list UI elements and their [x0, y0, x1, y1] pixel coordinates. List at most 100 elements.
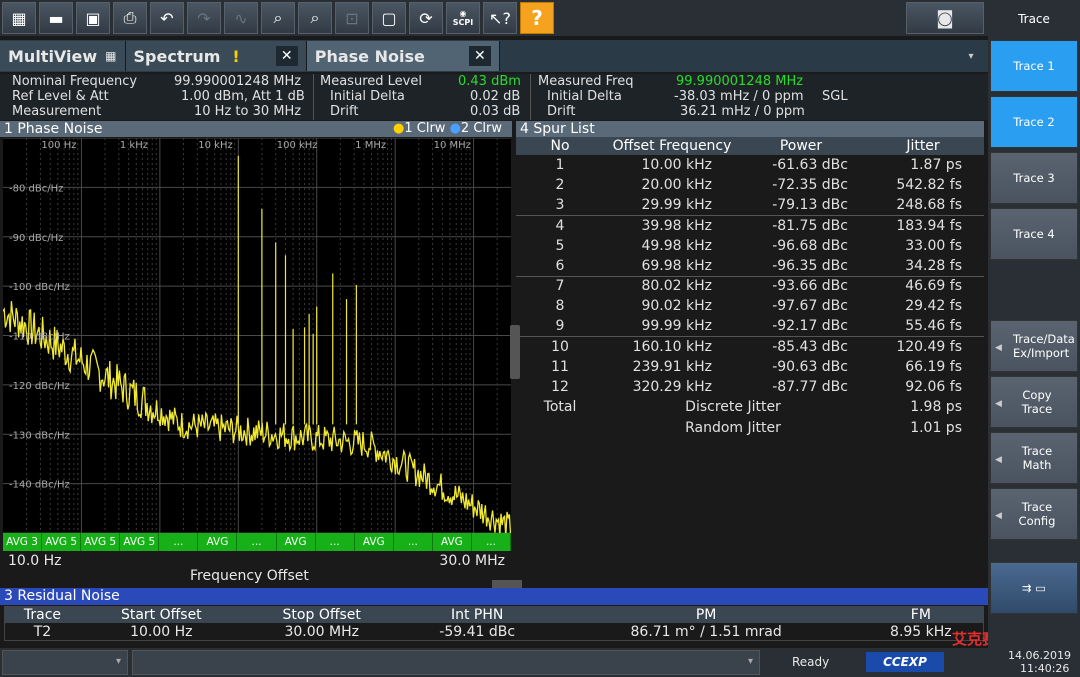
trace-2-button[interactable]: Trace 2 — [990, 96, 1078, 148]
table-cell: -87.77 dBc — [772, 379, 848, 396]
table-cell: -81.75 dBc — [740, 215, 862, 236]
print-icon[interactable]: ⎙ — [113, 2, 147, 34]
x-start-label: 10.0 Hz — [8, 553, 62, 569]
windows-icon[interactable]: ▦ — [2, 2, 36, 34]
chevron-left-icon: ◀ — [995, 455, 1002, 465]
chevron-down-icon[interactable]: ▾ — [954, 51, 988, 62]
table-cell: 6 — [555, 257, 565, 274]
avg-segment: AVG 5 — [42, 533, 82, 551]
table-row[interactable]: T2 10.00 Hz 30.00 MHz -59.41 dBc 86.71 m° / … — [5, 623, 983, 640]
y-tick-label: -80 dBc/Hz — [9, 183, 63, 194]
trace-1-label: Trace 1 — [1013, 59, 1055, 73]
trace-config-button[interactable]: ◀ Trace Config — [990, 488, 1078, 540]
softkey-header: Trace — [1018, 12, 1050, 26]
message-dropdown[interactable] — [132, 650, 760, 675]
multi-zoom-icon[interactable]: ⌕ — [298, 2, 332, 34]
freq-drift-value: 36.21 mHz / 0 ppm — [680, 104, 805, 119]
table-row[interactable]: 9 99.99 kHz -92.17 dBc 55.46 fs — [516, 317, 984, 337]
avg-segment: ... — [394, 533, 433, 551]
table-cell: 33.00 fs — [905, 237, 962, 254]
zoom-icon[interactable]: ⌕ — [261, 2, 295, 34]
trace-1-button[interactable]: Trace 1 — [990, 40, 1078, 92]
table-cell: 49.98 kHz — [641, 237, 712, 254]
signal-flow-icon[interactable]: ⇉ ▭ — [990, 562, 1078, 614]
table-row[interactable]: 10 160.10 kHz -85.43 dBc 120.49 fs — [516, 336, 984, 357]
table-cell: 120.49 fs — [862, 336, 984, 357]
col-power: Power — [740, 137, 862, 155]
x-axis-info: 10.0 Hz 30.0 MHz Frequency Offset — [0, 551, 512, 585]
y-tick-label: -90 dBc/Hz — [9, 233, 63, 244]
whats-this-icon[interactable]: ↖? — [483, 2, 517, 34]
tab-phase-noise[interactable]: Phase Noise ✕ — [306, 41, 500, 71]
status-bar: Ready CCEXP 艾克赛普 14.06.2019 11:40:26 — [0, 630, 1080, 677]
trace-4-button[interactable]: Trace 4 — [990, 208, 1078, 260]
full-screen-icon[interactable]: ▢ — [372, 2, 406, 34]
close-icon[interactable]: ✕ — [275, 46, 298, 66]
spur-list-header[interactable]: 4 Spur List — [516, 121, 984, 137]
open-folder-icon[interactable]: ▬ — [39, 2, 73, 34]
table-row[interactable]: 11 239.91 kHz -90.63 dBc 66.19 fs — [516, 357, 984, 377]
table-cell: 69.98 kHz — [641, 257, 712, 274]
trace-3-button[interactable]: Trace 3 — [990, 152, 1078, 204]
status-date: 14.06.2019 — [1008, 649, 1071, 662]
help-icon[interactable]: ? — [520, 2, 554, 34]
scpi-icon[interactable]: ◉ SCPI — [446, 2, 480, 34]
table-row[interactable]: 1 10.00 kHz -61.63 dBc 1.87 ps — [516, 155, 984, 175]
tab-multiview[interactable]: MultiView ▦ — [0, 41, 126, 71]
trace-config-label: Trace Config — [1018, 500, 1056, 528]
table-cell: 90.02 kHz — [641, 298, 712, 315]
residual-noise-header[interactable]: 3 Residual Noise — [0, 588, 988, 605]
avg-segment: AVG 50 — [433, 533, 472, 566]
trace-2-label: Trace 2 — [1013, 115, 1055, 129]
residual-col-header: Trace — [5, 607, 80, 623]
measurement-value: 10 Hz to 30 MHz — [194, 104, 302, 119]
zoom-fit-icon[interactable]: ⊡ — [335, 2, 369, 34]
table-row[interactable]: 8 90.02 kHz -97.67 dBc 29.42 fs — [516, 296, 984, 316]
tab-spectrum-label: Spectrum — [133, 46, 221, 66]
table-row[interactable]: 4 39.98 kHz -81.75 dBc 183.94 fs — [516, 215, 984, 236]
jitter-value: 1.98 ps — [910, 399, 962, 416]
wave-icon[interactable]: ∿ — [224, 2, 258, 34]
residual-cell: 30.00 MHz — [284, 623, 359, 640]
tab-multiview-label: MultiView — [8, 46, 98, 66]
status-dropdown[interactable] — [2, 650, 128, 675]
table-cell: 92.06 fs — [905, 379, 962, 396]
table-row[interactable]: 3 29.99 kHz -79.13 dBc 248.68 fs — [516, 195, 984, 215]
table-cell: 248.68 fs — [896, 197, 962, 214]
table-cell: 39.98 kHz — [604, 215, 740, 236]
softkey-panel: Trace Trace 1 Trace 2 Trace 3 Trace 4 ◀ T… — [988, 0, 1080, 648]
refresh-icon[interactable]: ⟳ — [409, 2, 443, 34]
table-row[interactable]: 2 20.00 kHz -72.35 dBc 542.82 fs — [516, 175, 984, 195]
trace-data-import-button[interactable]: ◀ Trace/Data Ex/Import — [990, 320, 1078, 372]
phase-noise-header[interactable]: 1 Phase Noise ●1 Clrw ●2 Clrw — [0, 121, 512, 137]
table-cell: 46.69 fs — [862, 275, 984, 297]
table-cell: 10.00 kHz — [641, 157, 712, 174]
table-row[interactable]: 7 80.02 kHz -93.66 dBc 46.69 fs — [516, 275, 984, 297]
residual-cell: T2 — [33, 623, 52, 640]
undo-icon[interactable]: ↶ — [150, 2, 184, 34]
phase-noise-plot[interactable]: 100 Hz 1 kHz 10 kHz 100 kHz 1 MHz 10 MHz -80 … — [3, 138, 511, 533]
divider — [530, 74, 531, 120]
table-row[interactable]: 12 320.29 kHz -87.77 dBc 92.06 fs — [516, 377, 984, 397]
copy-trace-button[interactable]: ◀ Copy Trace — [990, 376, 1078, 428]
trace-math-button[interactable]: ◀ Trace Math — [990, 432, 1078, 484]
table-cell: 29.99 kHz — [641, 197, 712, 214]
close-icon[interactable]: ✕ — [468, 46, 491, 66]
residual-col-header: Stop Offset — [242, 607, 401, 623]
table-row[interactable]: 5 49.98 kHz -96.68 dBc 33.00 fs — [516, 236, 984, 256]
x-tick-label: 100 Hz — [41, 140, 76, 151]
save-icon[interactable]: ▣ — [76, 2, 110, 34]
redo-icon[interactable]: ↷ — [187, 2, 221, 34]
jitter-value: 1.01 ps — [910, 419, 962, 436]
tab-spectrum[interactable]: Spectrum! ✕ — [125, 41, 307, 71]
table-cell: 55.46 fs — [905, 318, 962, 335]
chevron-left-icon: ◀ — [995, 343, 1002, 353]
table-row[interactable]: 6 69.98 kHz -96.35 dBc 34.28 fs — [516, 256, 984, 276]
jitter-type-label: Random Jitter — [685, 419, 781, 436]
camera-icon[interactable]: ◙ — [906, 2, 984, 34]
residual-cell: -59.41 dBc — [439, 623, 516, 640]
ref-level-value: 1.00 dBm, Att 1 dB — [181, 89, 305, 104]
nominal-freq-value: 99.990001248 MHz — [174, 74, 302, 89]
table-cell: -92.17 dBc — [772, 318, 848, 335]
avg-segment: ... — [237, 533, 277, 551]
